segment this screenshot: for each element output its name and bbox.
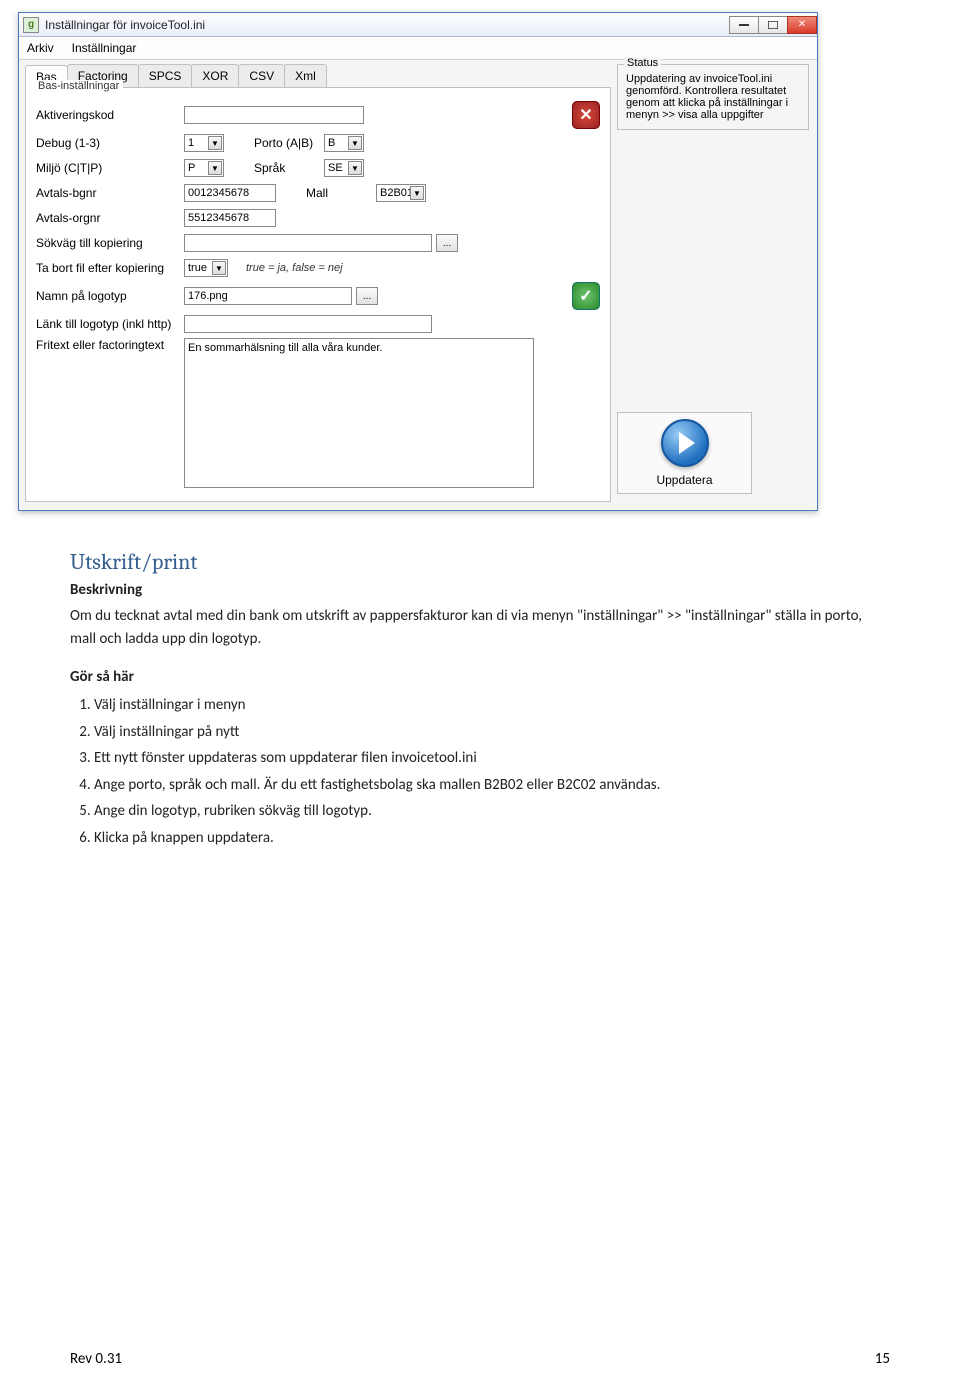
update-button[interactable]: Uppdatera [617, 412, 752, 494]
chevron-down-icon[interactable]: ▼ [410, 186, 424, 200]
status-box: Status Uppdatering av invoiceTool.ini ge… [617, 64, 809, 130]
desc-label: Beskrivning [70, 581, 890, 599]
app-icon: g [23, 17, 39, 33]
sokvag-input[interactable] [184, 234, 432, 252]
status-text: Uppdatering av invoiceTool.ini genomförd… [626, 73, 788, 121]
avtals-orgnr-input[interactable] [184, 209, 276, 227]
label-sprak: Språk [254, 161, 324, 175]
group-title: Bas-inställningar [34, 80, 123, 92]
step-item: Välj inställningar i menyn [94, 694, 890, 717]
maximize-button[interactable] [758, 16, 788, 34]
step-list: Välj inställningar i menyn Välj inställn… [94, 694, 890, 849]
namn-logotyp-input[interactable] [184, 287, 352, 305]
label-miljo: Miljö (C|T|P) [36, 161, 184, 175]
tab-xor[interactable]: XOR [191, 64, 239, 87]
browse-logotyp-button[interactable]: ... [356, 287, 378, 305]
label-debug: Debug (1-3) [36, 136, 184, 150]
footer-rev: Rev 0.31 [70, 1350, 122, 1368]
aktiveringskod-input[interactable] [184, 106, 364, 124]
label-porto: Porto (A|B) [254, 136, 324, 150]
close-button[interactable]: ✕ [787, 16, 817, 34]
chevron-down-icon[interactable]: ▼ [208, 136, 222, 150]
step-item: Ange din logotyp, rubriken sökväg till l… [94, 800, 890, 823]
step-item: Välj inställningar på nytt [94, 721, 890, 744]
app-window: g Inställningar för invoiceTool.ini ✕ Ar… [18, 12, 818, 511]
label-sokvag: Sökväg till kopiering [36, 236, 184, 250]
title-bar: g Inställningar för invoiceTool.ini ✕ [19, 13, 817, 37]
update-button-label: Uppdatera [656, 473, 712, 487]
bas-group: Bas-inställningar Aktiveringskod ✕ Debug… [25, 88, 611, 502]
gor-label: Gör så här [70, 668, 890, 686]
avtals-bgnr-input[interactable] [184, 184, 276, 202]
tab-spcs[interactable]: SPCS [138, 64, 193, 87]
label-avtals-orgnr: Avtals-orgnr [36, 211, 184, 225]
label-namn-logotyp: Namn på logotyp [36, 289, 184, 303]
tab-xml[interactable]: Xml [284, 64, 327, 87]
menu-bar: Arkiv Inställningar [19, 37, 817, 60]
label-aktiveringskod: Aktiveringskod [36, 108, 184, 122]
document-body: Utskrift/print Beskrivning Om du tecknat… [0, 511, 960, 893]
menu-arkiv[interactable]: Arkiv [27, 41, 54, 55]
label-mall: Mall [306, 186, 376, 200]
lank-logotyp-input[interactable] [184, 315, 432, 333]
chevron-down-icon[interactable]: ▼ [348, 161, 362, 175]
menu-installningar[interactable]: Inställningar [72, 41, 137, 55]
play-icon [661, 419, 709, 467]
chevron-down-icon[interactable]: ▼ [208, 161, 222, 175]
desc-text: Om du tecknat avtal med din bank om utsk… [70, 605, 890, 650]
tabort-hint: true = ja, false = nej [246, 262, 343, 274]
minimize-button[interactable] [729, 16, 759, 34]
chevron-down-icon[interactable]: ▼ [212, 261, 226, 275]
status-legend: Status [624, 57, 661, 69]
label-tabort: Ta bort fil efter kopiering [36, 261, 184, 275]
error-shield-icon: ✕ [572, 101, 600, 129]
window-title: Inställningar för invoiceTool.ini [45, 18, 730, 32]
step-item: Ett nytt fönster uppdateras som uppdater… [94, 747, 890, 770]
step-item: Ange porto, språk och mall. Är du ett fa… [94, 774, 890, 797]
page-footer: Rev 0.31 15 [0, 1350, 960, 1398]
tab-csv[interactable]: CSV [238, 64, 285, 87]
step-item: Klicka på knappen uppdatera. [94, 827, 890, 850]
browse-sokvag-button[interactable]: ... [436, 234, 458, 252]
label-lank-logotyp: Länk till logotyp (inkl http) [36, 317, 184, 331]
label-fritext: Fritext eller factoringtext [36, 338, 184, 352]
doc-heading: Utskrift/print [70, 549, 890, 575]
footer-page-number: 15 [875, 1350, 890, 1368]
label-avtals-bgnr: Avtals-bgnr [36, 186, 184, 200]
ok-shield-icon: ✓ [572, 282, 600, 310]
fritext-textarea[interactable] [184, 338, 534, 488]
chevron-down-icon[interactable]: ▼ [348, 136, 362, 150]
